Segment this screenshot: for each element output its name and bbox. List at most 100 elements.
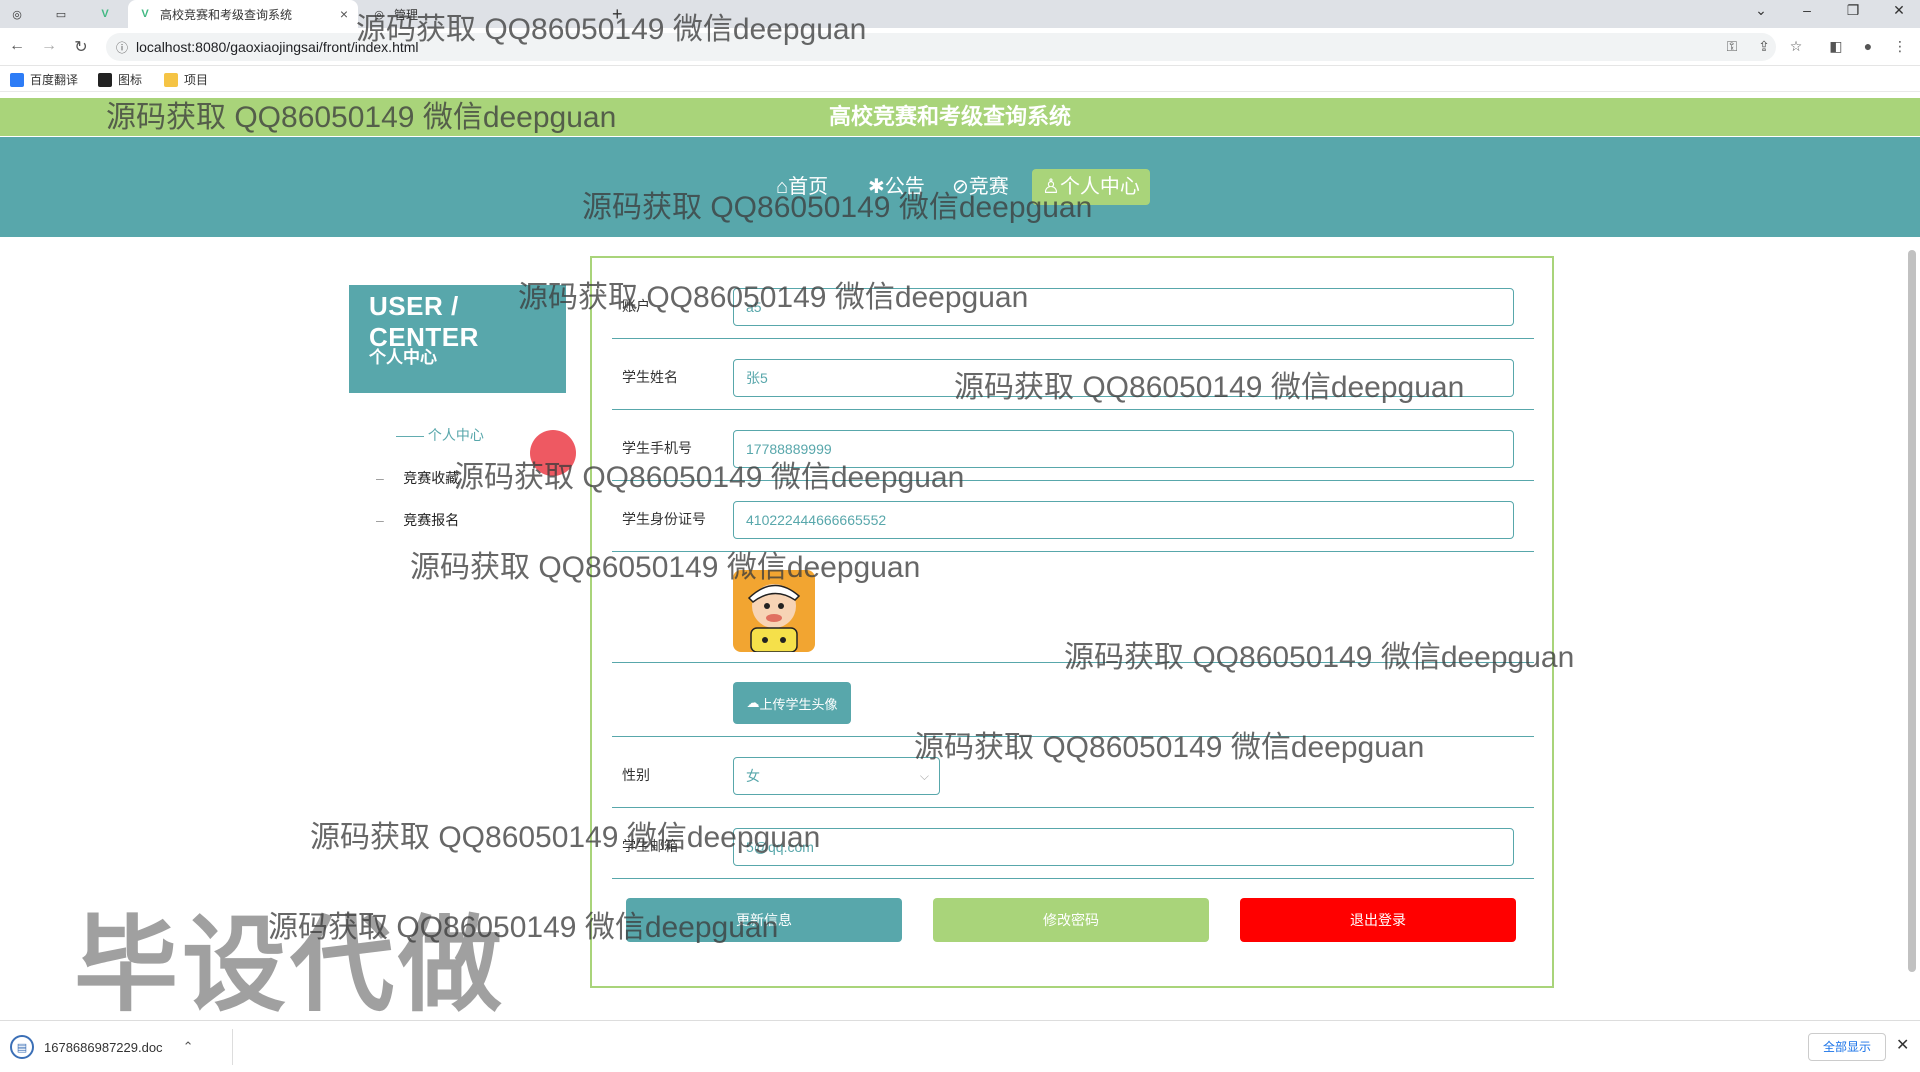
idcard-input[interactable]	[733, 501, 1514, 539]
sidebar-item-registration[interactable]: – 竞赛报名	[376, 510, 459, 530]
account-label: 账户	[622, 298, 650, 314]
nav-home[interactable]: ⌂首页	[766, 169, 838, 205]
browser-tab[interactable]: ◎	[0, 0, 38, 28]
gender-select[interactable]: 女 ⌵	[733, 757, 940, 795]
divider	[612, 551, 1534, 552]
browser-tab[interactable]: ◎ 管理	[362, 0, 592, 28]
sidebar-item-favorites[interactable]: – 竞赛收藏	[376, 468, 459, 488]
dash-icon: –	[376, 512, 404, 528]
reload-icon[interactable]: ↻	[70, 37, 92, 57]
update-info-button[interactable]: 更新信息	[626, 898, 902, 942]
bookmark-project[interactable]: 项目	[164, 71, 208, 88]
chrome-icon: ◎	[12, 8, 22, 21]
sidebar-item-label: 个人中心	[427, 427, 484, 443]
divider	[612, 480, 1534, 481]
divider	[612, 807, 1534, 808]
bookmark-baidu-translate[interactable]: 百度翻译	[10, 71, 78, 88]
browser-tab-active[interactable]: V 高校竞赛和考级查询系统 ×	[128, 0, 358, 28]
key-icon[interactable]: ⚿	[1722, 38, 1742, 55]
back-icon[interactable]: ←	[6, 37, 28, 55]
sidebar-item-user-center[interactable]: —— 个人中心	[396, 425, 484, 445]
tab-search-icon[interactable]: ⌄	[1746, 2, 1776, 19]
dash-icon: ——	[396, 427, 428, 443]
phone-label: 学生手机号	[622, 440, 692, 456]
nav-label: 个人中心	[1059, 176, 1140, 198]
bookmark-label: 图标	[118, 73, 143, 87]
name-label: 学生姓名	[622, 369, 678, 385]
cartoon-avatar-image	[733, 570, 815, 652]
nav-label: 首页	[788, 176, 829, 198]
restore-icon[interactable]: ❐	[1838, 2, 1868, 19]
menu-icon[interactable]: ⋮	[1890, 38, 1910, 55]
minimize-icon[interactable]: –	[1792, 2, 1822, 18]
translate-icon	[10, 72, 24, 87]
home-icon: ⌂	[776, 176, 789, 198]
logout-button[interactable]: 退出登录	[1240, 898, 1516, 942]
tab-title: 高校竞赛和考级查询系统	[160, 7, 293, 22]
watermark-big: 毕设代做	[74, 908, 507, 1024]
bookmark-label: 百度翻译	[30, 73, 79, 87]
new-tab-button[interactable]: +	[612, 0, 638, 28]
upload-avatar-button[interactable]: ☁ 上传学生头像	[733, 682, 851, 724]
account-input[interactable]	[733, 288, 1514, 326]
bookmark-icons[interactable]: 图标	[98, 71, 142, 88]
browser-tab[interactable]: V	[88, 0, 126, 28]
email-input[interactable]	[733, 828, 1514, 866]
url-input[interactable]: ⓘ localhost:8080/gaoxiaojingsai/front/in…	[106, 33, 1776, 61]
profile-icon[interactable]: ●	[1858, 38, 1878, 54]
main-nav: ⌂首页 ✱公告 ⊘竞赛 ♙个人中心	[0, 137, 1920, 237]
close-tab-icon[interactable]: ×	[340, 6, 348, 22]
browser-tab[interactable]: ▭	[44, 0, 82, 28]
vue-icon: V	[141, 8, 149, 20]
show-all-downloads-button[interactable]: 全部显示	[1808, 1033, 1887, 1061]
gender-value: 女	[746, 768, 760, 784]
site-title: 高校竞赛和考级查询系统	[828, 104, 1071, 129]
sidebar-item-label: 竞赛报名	[403, 512, 460, 528]
chrome-icon: ◎	[374, 8, 384, 21]
gear-icon: ✱	[868, 176, 885, 198]
image-icon	[98, 72, 112, 87]
share-icon[interactable]: ⇪	[1754, 38, 1774, 55]
forward-icon[interactable]: →	[38, 37, 60, 55]
address-bar: ← → ↻ ⓘ localhost:8080/gaoxiaojingsai/fr…	[0, 28, 1920, 66]
phone-input[interactable]	[733, 430, 1514, 468]
dash-icon: –	[376, 470, 404, 486]
download-item[interactable]: ▤ 1678686987229.doc ⌃	[10, 1031, 193, 1063]
vue-icon: V	[101, 8, 109, 20]
document-icon: ▤	[10, 1035, 34, 1059]
nav-notice[interactable]: ✱公告	[858, 169, 935, 205]
bookmark-label: 项目	[184, 73, 209, 87]
change-password-button[interactable]: 修改密码	[933, 898, 1209, 942]
bookmarks-bar: 百度翻译 图标 项目	[0, 66, 1920, 92]
nav-competition[interactable]: ⊘竞赛	[942, 169, 1019, 205]
divider	[612, 409, 1534, 410]
name-input[interactable]	[733, 359, 1514, 397]
download-filename: 1678686987229.doc	[44, 1039, 163, 1055]
star-icon[interactable]: ☆	[1786, 38, 1806, 55]
idcard-label: 学生身份证号	[622, 511, 706, 527]
site-info-icon[interactable]: ⓘ	[116, 39, 128, 56]
user-center-title-cn: 个人中心	[369, 348, 437, 367]
site-title-bar: 高校竞赛和考级查询系统	[0, 98, 1920, 136]
side-panel-icon[interactable]: ◧	[1826, 38, 1846, 55]
cloud-upload-icon: ☁	[746, 695, 760, 710]
divider	[612, 662, 1534, 663]
nav-label: 竞赛	[968, 176, 1009, 198]
close-icon[interactable]: ✕	[1896, 1035, 1909, 1055]
chevron-up-icon[interactable]: ⌃	[183, 1039, 194, 1055]
divider	[612, 338, 1534, 339]
url-text: localhost:8080/gaoxiaojingsai/front/inde…	[136, 39, 419, 55]
user-icon: ♙	[1042, 176, 1060, 198]
nav-user-center[interactable]: ♙个人中心	[1032, 169, 1150, 205]
student-avatar	[733, 570, 815, 652]
page-scrollbar[interactable]	[1906, 240, 1918, 988]
email-label: 学生邮箱	[622, 838, 678, 854]
tag-icon: ⊘	[952, 176, 969, 198]
divider	[232, 1029, 233, 1065]
scrollbar-thumb[interactable]	[1908, 250, 1916, 972]
close-window-icon[interactable]: ✕	[1884, 2, 1914, 19]
chevron-down-icon: ⌵	[919, 769, 929, 783]
sidebar-item-label: 竞赛收藏	[403, 470, 460, 486]
browser-tab-strip: ◎ ▭ V V 高校竞赛和考级查询系统 × ◎ 管理 + ⌄ – ❐ ✕	[0, 0, 1920, 28]
upload-label: 上传学生头像	[759, 696, 838, 712]
